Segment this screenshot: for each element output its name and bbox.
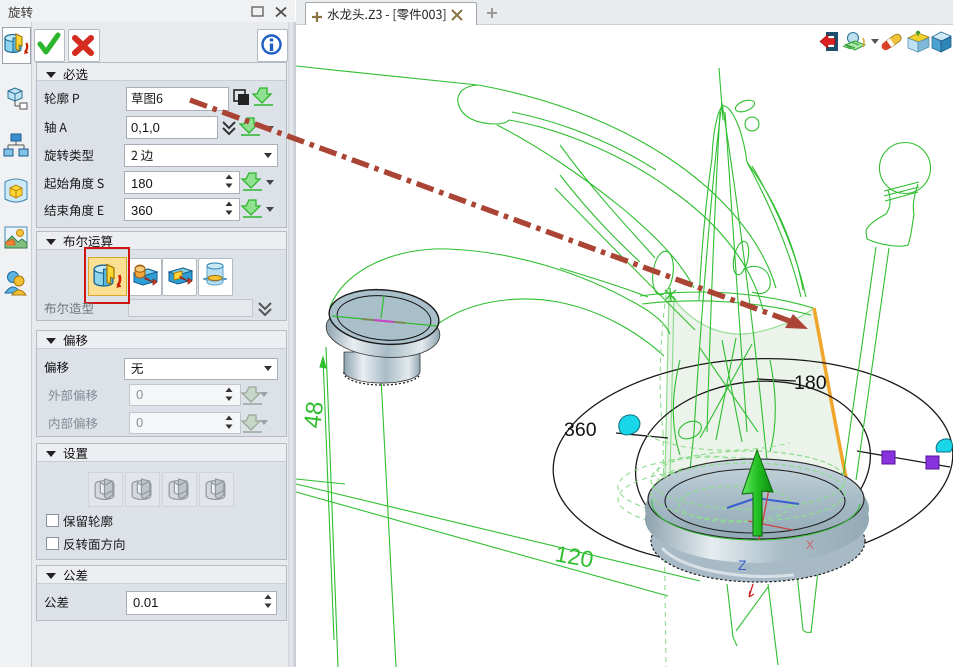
svg-text:180: 180 — [131, 176, 153, 191]
svg-text:180: 180 — [794, 372, 827, 394]
svg-text:Z: Z — [738, 557, 747, 573]
svg-text:0: 0 — [136, 415, 143, 430]
svg-text:0: 0 — [136, 387, 143, 402]
svg-text:360: 360 — [564, 419, 597, 441]
svg-text:0,1,0: 0,1,0 — [131, 120, 160, 135]
svg-text:48: 48 — [299, 400, 329, 430]
svg-text:360: 360 — [131, 203, 153, 218]
svg-text:120: 120 — [553, 540, 595, 572]
svg-text:X: X — [806, 538, 814, 552]
svg-text:0.01: 0.01 — [133, 595, 158, 610]
